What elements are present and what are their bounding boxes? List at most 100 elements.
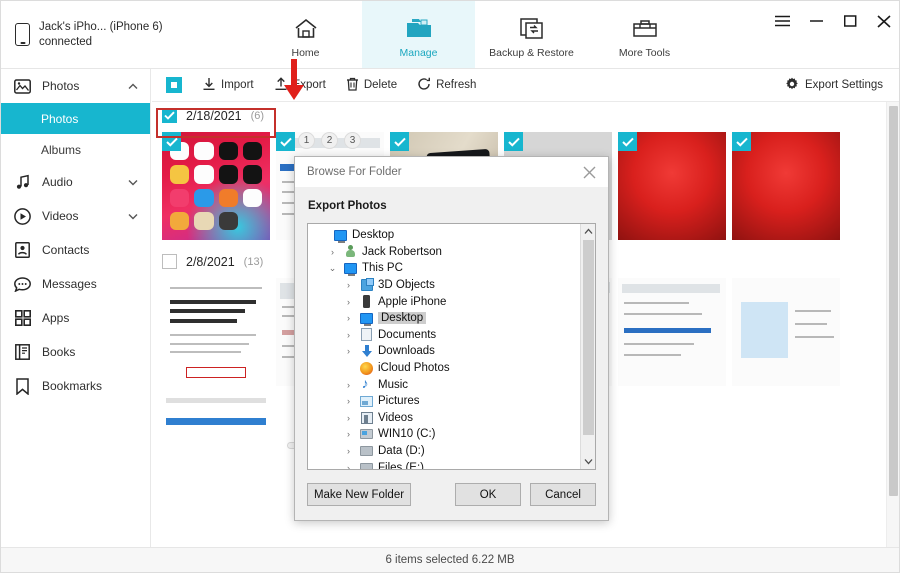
content-scrollbar[interactable]	[886, 102, 899, 547]
step-badge: 1	[298, 132, 315, 149]
sidebar-item-videos[interactable]: Videos	[1, 199, 150, 233]
maximize-icon[interactable]	[833, 5, 867, 37]
make-new-folder-button[interactable]: Make New Folder	[307, 483, 411, 507]
chevron-right-icon[interactable]: ›	[342, 429, 355, 439]
delete-button[interactable]: Delete	[346, 77, 397, 94]
chevron-right-icon[interactable]: ›	[342, 380, 355, 390]
import-label: Import	[221, 79, 254, 91]
chevron-right-icon[interactable]: ›	[342, 280, 355, 290]
tab-manage[interactable]: Manage	[362, 1, 475, 68]
sidebar-item-contacts[interactable]: Contacts	[1, 233, 150, 267]
photo-checkbox[interactable]	[732, 132, 751, 151]
chevron-right-icon[interactable]: ›	[342, 346, 355, 356]
chevron-right-icon[interactable]: ›	[342, 313, 355, 323]
chevron-right-icon[interactable]: ›	[342, 396, 355, 406]
folder-tree-list: Desktop › Jack Robertson ⌄ This PC › 3D …	[308, 224, 595, 469]
photo-thumbnail[interactable]	[618, 278, 726, 386]
dialog-title: Browse For Folder	[307, 166, 402, 178]
tree-item-music[interactable]: › Music	[312, 375, 595, 393]
chevron-right-icon[interactable]: ›	[342, 330, 355, 340]
group-date: 2/8/2021	[186, 254, 235, 269]
tree-item-3d-objects[interactable]: › 3D Objects	[312, 277, 595, 294]
close-icon[interactable]	[867, 5, 899, 37]
sidebar-item-messages[interactable]: Messages	[1, 267, 150, 301]
export-settings-button[interactable]: Export Settings	[785, 77, 883, 94]
tab-more-tools[interactable]: More Tools	[588, 1, 701, 68]
device-name: Jack's iPho... (iPhone 6)	[39, 20, 163, 33]
scroll-up-icon[interactable]	[581, 224, 595, 239]
tree-item-downloads[interactable]: › Downloads	[312, 343, 595, 360]
import-button[interactable]: Import	[202, 77, 254, 94]
sidebar-item-bookmarks[interactable]: Bookmarks	[1, 369, 150, 403]
photo-icon	[14, 78, 31, 95]
photo-thumbnail[interactable]	[732, 278, 840, 386]
chevron-down-icon[interactable]: ⌄	[326, 263, 339, 274]
tab-backup-restore[interactable]: Backup & Restore	[475, 1, 588, 68]
sidebar-item-photos[interactable]: Photos	[1, 69, 150, 103]
chevron-right-icon[interactable]: ›	[342, 297, 355, 307]
tree-item-desktop-selected[interactable]: › Desktop	[312, 310, 595, 327]
tree-item-label: Documents	[378, 328, 437, 341]
tree-item-label: WIN10 (C:)	[378, 428, 436, 441]
sidebar-item-albums[interactable]: Albums	[1, 134, 150, 165]
tree-item-icloud-photos[interactable]: iCloud Photos	[312, 360, 595, 377]
chevron-right-icon[interactable]: ›	[342, 413, 355, 423]
tab-manage-label: Manage	[399, 46, 438, 59]
sidebar-item-apps[interactable]: Apps	[1, 301, 150, 335]
sidebar-item-albums-label: Albums	[41, 142, 82, 157]
tab-more-tools-label: More Tools	[618, 46, 671, 59]
group-date: 2/18/2021	[186, 108, 242, 123]
tree-item-jack-robertson[interactable]: › Jack Robertson	[312, 244, 595, 261]
export-settings-label: Export Settings	[805, 79, 883, 91]
cancel-button[interactable]: Cancel	[530, 483, 596, 507]
minimize-icon[interactable]	[799, 5, 833, 37]
chevron-right-icon[interactable]: ›	[342, 446, 355, 456]
photo-checkbox[interactable]	[618, 132, 637, 151]
close-icon[interactable]	[570, 157, 608, 187]
photo-thumbnail[interactable]	[732, 132, 840, 240]
sidebar-item-books[interactable]: Books	[1, 335, 150, 369]
top-bar: Jack's iPho... (iPhone 6) connected Home	[1, 1, 899, 69]
tree-item-videos[interactable]: › Videos	[312, 410, 595, 427]
tree-item-apple-iphone[interactable]: › Apple iPhone	[312, 293, 595, 310]
device-info: Jack's iPho... (iPhone 6) connected	[1, 1, 241, 68]
tree-item-win10-c[interactable]: › WIN10 (C:)	[312, 426, 595, 443]
tree-item-label: Music	[378, 378, 409, 391]
tree-item-label: Jack Robertson	[362, 245, 442, 258]
select-all-checkbox[interactable]	[166, 77, 182, 93]
export-button[interactable]: Export	[274, 76, 326, 94]
group-checkbox[interactable]	[162, 108, 177, 123]
tree-item-desktop[interactable]: Desktop	[312, 227, 595, 244]
export-icon	[274, 76, 288, 94]
chevron-right-icon[interactable]: ›	[342, 463, 355, 469]
menu-icon[interactable]	[765, 5, 799, 37]
sidebar-item-photos-sub[interactable]: Photos	[1, 103, 150, 134]
sidebar-item-audio[interactable]: Audio	[1, 165, 150, 199]
refresh-button[interactable]: Refresh	[417, 77, 476, 94]
tab-home[interactable]: Home	[249, 1, 362, 68]
scroll-down-icon[interactable]	[581, 454, 595, 469]
tree-scrollbar[interactable]	[580, 224, 595, 469]
tree-scrollbar-thumb[interactable]	[583, 240, 594, 435]
photo-checkbox[interactable]	[276, 132, 295, 151]
scrollbar-thumb[interactable]	[889, 106, 898, 496]
home-icon	[293, 15, 319, 43]
tree-item-pictures[interactable]: › Pictures	[312, 393, 595, 410]
window-controls	[765, 1, 899, 41]
chevron-right-icon[interactable]: ›	[326, 247, 339, 257]
photo-checkbox[interactable]	[162, 132, 181, 151]
music-note-icon	[14, 174, 31, 191]
photo-thumbnail[interactable]	[162, 278, 270, 386]
tree-item-this-pc[interactable]: ⌄ This PC	[312, 260, 595, 277]
photo-checkbox[interactable]	[390, 132, 409, 151]
group-checkbox[interactable]	[162, 254, 177, 269]
ok-button[interactable]: OK	[455, 483, 521, 507]
tree-item-documents[interactable]: › Documents	[312, 327, 595, 344]
tree-item-data-d[interactable]: › Data (D:)	[312, 443, 595, 460]
photo-thumbnail[interactable]	[162, 392, 270, 500]
photo-thumbnail[interactable]	[618, 132, 726, 240]
tree-item-files-e[interactable]: › Files (E:)	[312, 459, 595, 469]
monitor-icon	[333, 228, 348, 243]
photo-checkbox[interactable]	[504, 132, 523, 151]
photo-thumbnail[interactable]	[162, 132, 270, 240]
